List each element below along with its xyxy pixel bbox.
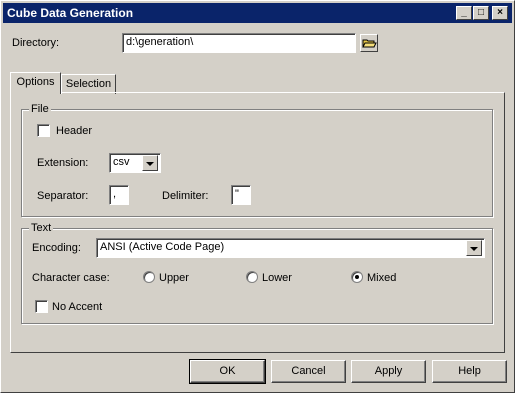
radio-selected-dot xyxy=(355,275,359,279)
tab-selection-label: Selection xyxy=(65,78,112,90)
header-label: Header xyxy=(56,125,93,137)
header-checkbox[interactable] xyxy=(37,124,50,137)
extension-dropdown-button[interactable] xyxy=(142,155,158,171)
cancel-button-label: Cancel xyxy=(291,365,326,377)
options-panel: File Header Extension: csv Separator: , … xyxy=(10,92,505,353)
cancel-button[interactable]: Cancel xyxy=(271,360,346,383)
window-title: Cube Data Generation xyxy=(7,6,134,20)
apply-button[interactable]: Apply xyxy=(351,360,426,383)
encoding-select[interactable]: ANSI (Active Code Page) xyxy=(96,238,485,258)
apply-button-label: Apply xyxy=(374,365,403,377)
folder-open-icon xyxy=(362,39,377,48)
directory-label: Directory: xyxy=(12,37,60,49)
separator-label: Separator: xyxy=(37,190,89,202)
close-icon: × xyxy=(497,7,503,18)
character-case-label: Character case: xyxy=(32,272,110,284)
encoding-dropdown-button[interactable] xyxy=(466,240,482,256)
close-button[interactable]: × xyxy=(492,6,508,20)
title-bar[interactable]: Cube Data Generation _ □ × xyxy=(3,3,512,23)
help-button-label: Help xyxy=(458,365,481,377)
case-mixed-label: Mixed xyxy=(367,272,397,284)
chevron-down-icon xyxy=(146,162,154,166)
file-group: File Header Extension: csv Separator: , … xyxy=(21,102,493,217)
case-mixed-radio[interactable] xyxy=(351,271,363,283)
tab-options-label: Options xyxy=(16,76,55,88)
minimize-button[interactable]: _ xyxy=(456,6,472,20)
text-group: Text Encoding: ANSI (Active Code Page) C… xyxy=(21,221,493,324)
browse-directory-button[interactable] xyxy=(360,34,378,52)
text-group-title: Text xyxy=(29,221,54,235)
case-lower-radio[interactable] xyxy=(246,271,258,283)
separator-input[interactable]: , xyxy=(109,185,129,205)
minimize-icon: _ xyxy=(461,7,467,18)
ok-button-label: OK xyxy=(219,365,236,377)
extension-select[interactable]: csv xyxy=(109,153,161,173)
ok-button[interactable]: OK xyxy=(189,359,266,384)
tab-selection[interactable]: Selection xyxy=(61,74,116,94)
delimiter-label: Delimiter: xyxy=(162,190,209,202)
no-accent-checkbox[interactable] xyxy=(35,300,48,313)
encoding-label: Encoding: xyxy=(32,242,81,254)
file-group-title: File xyxy=(29,102,51,116)
dialog-window: Cube Data Generation _ □ × Directory: d:… xyxy=(0,0,515,393)
directory-input[interactable]: d:\generation\ xyxy=(122,33,356,53)
help-button[interactable]: Help xyxy=(432,360,507,383)
extension-label: Extension: xyxy=(37,157,89,169)
case-lower-label: Lower xyxy=(262,272,292,284)
case-upper-radio[interactable] xyxy=(143,271,155,283)
no-accent-label: No Accent xyxy=(52,301,103,313)
case-upper-label: Upper xyxy=(159,272,189,284)
tab-options[interactable]: Options xyxy=(10,72,61,94)
maximize-button[interactable]: □ xyxy=(473,6,489,20)
encoding-value: ANSI (Active Code Page) xyxy=(100,241,225,253)
chevron-down-icon xyxy=(470,247,478,251)
maximize-icon: □ xyxy=(477,7,485,18)
extension-value: csv xyxy=(113,156,130,168)
delimiter-input[interactable]: " xyxy=(231,185,251,205)
